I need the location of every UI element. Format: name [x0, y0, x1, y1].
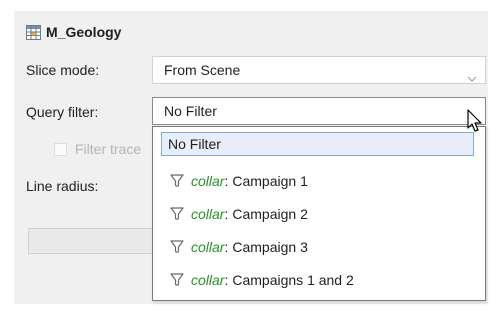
dropdown-option[interactable]: collar: Campaign 3: [169, 235, 308, 259]
panel-header: M_Geology: [26, 23, 121, 41]
option-label: Campaigns 1 and 2: [232, 272, 354, 288]
chevron-down-icon: [467, 65, 477, 82]
query-filter-dropdown[interactable]: No Filter: [152, 97, 486, 125]
option-label: Campaign 2: [232, 206, 308, 222]
slice-mode-dropdown[interactable]: From Scene: [152, 56, 486, 84]
filter-traces-label: Filter trace: [75, 141, 142, 157]
option-label: Campaign 3: [232, 239, 308, 255]
funnel-filter-icon: [169, 173, 185, 189]
dropdown-option[interactable]: collar: Campaign 1: [169, 169, 308, 193]
dropdown-option-no-filter[interactable]: No Filter: [161, 132, 474, 156]
option-object-name: collar: [191, 272, 225, 288]
query-filter-dropdown-list: No Filter collar: Campaign 1 collar: Campa…: [152, 126, 486, 301]
line-radius-label: Line radius:: [26, 178, 99, 194]
slice-mode-label: Slice mode:: [26, 62, 100, 78]
slice-mode-value: From Scene: [164, 62, 241, 78]
option-object-name: collar: [191, 173, 225, 189]
option-object-name: collar: [191, 239, 225, 255]
filter-traces-row: Filter trace: [54, 141, 141, 157]
query-filter-value: No Filter: [164, 103, 217, 119]
option-separator: :: [224, 173, 229, 189]
funnel-filter-icon: [169, 206, 185, 222]
grid-table-icon: [26, 24, 41, 40]
dropdown-option[interactable]: collar: Campaigns 1 and 2: [169, 268, 354, 292]
apply-button[interactable]: [28, 228, 158, 254]
mouse-pointer-icon: [466, 108, 484, 136]
option-object-name: collar: [191, 206, 225, 222]
funnel-filter-icon: [169, 272, 185, 288]
dropdown-option[interactable]: collar: Campaign 2: [169, 202, 308, 226]
filter-traces-checkbox[interactable]: [54, 142, 67, 156]
option-label: Campaign 1: [232, 173, 308, 189]
option-separator: :: [224, 239, 229, 255]
query-filter-label: Query filter:: [26, 104, 99, 120]
option-separator: :: [224, 206, 229, 222]
panel-title: M_Geology: [46, 24, 122, 40]
funnel-filter-icon: [169, 239, 185, 255]
option-separator: :: [224, 272, 229, 288]
